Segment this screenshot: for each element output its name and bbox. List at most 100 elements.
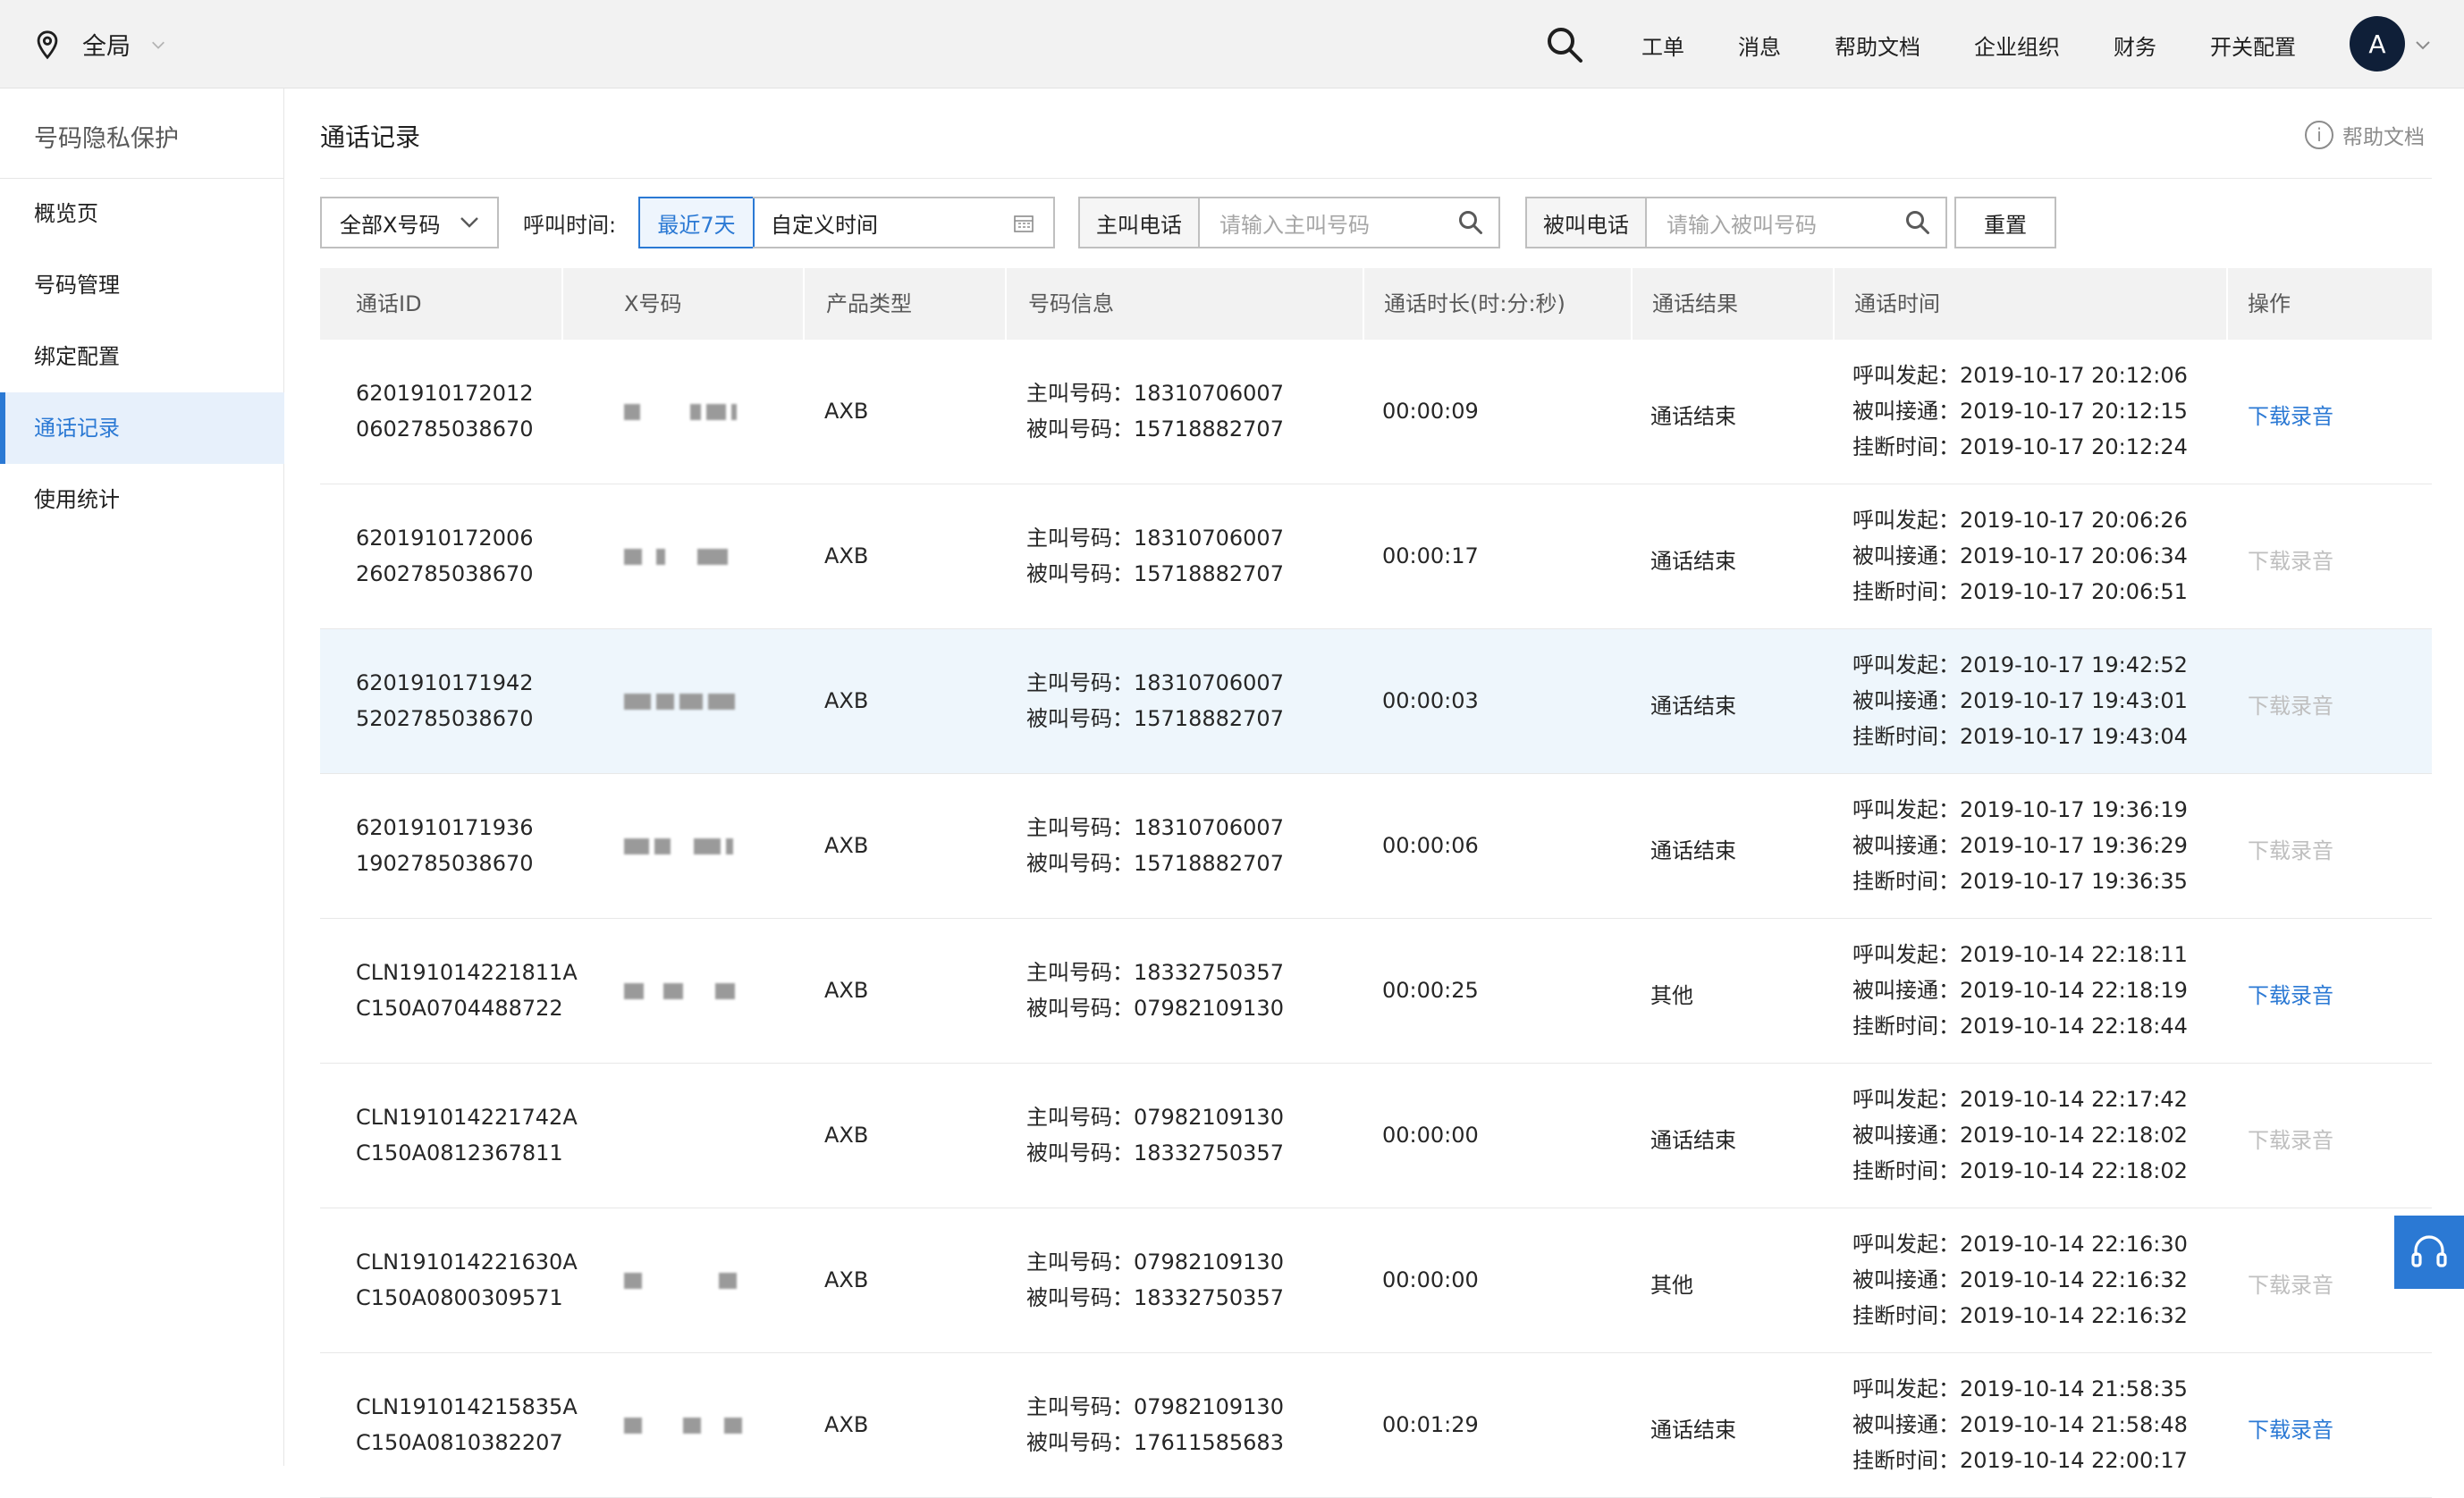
info-icon: i — [2305, 121, 2333, 149]
table-row: 6201910171942 5202785038670 AXB 主叫号码：183… — [320, 629, 2432, 774]
callee-number: 15718882707 — [1134, 706, 1284, 731]
call-id: CLN191014215835A C150A0810382207 — [356, 1389, 578, 1460]
x-number-select[interactable]: 全部X号码 — [320, 197, 499, 248]
answer-time: 2019-10-17 20:12:15 — [1960, 399, 2188, 424]
answer-prefix: 被叫接通： — [1852, 978, 1960, 1003]
nav-organization[interactable]: 企业组织 — [1974, 29, 2060, 61]
caller-prefix: 主叫号码： — [1026, 1105, 1134, 1130]
download-recording-link: 下载录音 — [2248, 1273, 2333, 1298]
download-recording-link[interactable]: 下载录音 — [2248, 399, 2333, 430]
download-recording-link: 下载录音 — [2248, 694, 2333, 719]
answer-time: 2019-10-14 22:18:19 — [1960, 978, 2188, 1003]
callee-number: 15718882707 — [1134, 851, 1284, 876]
caller-prefix: 主叫号码： — [1026, 526, 1134, 551]
call-id: 6201910171942 5202785038670 — [356, 665, 534, 736]
product-type: AXB — [824, 543, 869, 568]
start-time: 2019-10-17 20:12:06 — [1960, 363, 2188, 388]
search-icon[interactable] — [1545, 25, 1584, 64]
customer-service-button[interactable] — [2394, 1216, 2464, 1289]
callee-number: 15718882707 — [1134, 417, 1284, 442]
reset-button[interactable]: 重置 — [1954, 197, 2056, 248]
masked-segment — [690, 404, 701, 420]
nav-messages[interactable]: 消息 — [1738, 29, 1781, 61]
search-icon[interactable] — [1457, 209, 1484, 236]
caller-number: 18310706007 — [1134, 381, 1284, 406]
callee-prefix: 被叫号码： — [1026, 417, 1134, 442]
recent-7-days-button[interactable]: 最近7天 — [638, 197, 755, 248]
nav-finance[interactable]: 财务 — [2114, 29, 2156, 61]
download-recording-link[interactable]: 下载录音 — [2248, 1412, 2333, 1443]
sidebar-item-binding-config[interactable]: 绑定配置 — [0, 321, 284, 392]
callee-prefix: 被叫号码： — [1026, 1430, 1134, 1455]
call-id: 6201910171936 1902785038670 — [356, 810, 534, 881]
avatar-letter: A — [2368, 29, 2386, 59]
call-result: 通话结束 — [1650, 1128, 1736, 1153]
call-result: 通话结束 — [1650, 1418, 1736, 1443]
x-number-masked — [624, 1418, 747, 1434]
nav-switch-config[interactable]: 开关配置 — [2210, 29, 2296, 61]
call-result: 通话结束 — [1650, 404, 1736, 429]
product-type: AXB — [824, 399, 869, 424]
nav-help-docs[interactable]: 帮助文档 — [1835, 29, 1920, 61]
sidebar-item-overview[interactable]: 概览页 — [0, 178, 284, 249]
call-id-line: CLN191014221742A — [356, 1105, 578, 1130]
start-prefix: 呼叫发起： — [1852, 1232, 1960, 1257]
masked-segment — [663, 983, 683, 999]
col-duration: 通话时长(时:分:秒) — [1384, 291, 1565, 316]
divider — [1631, 268, 1633, 340]
callee-input[interactable]: 请输入被叫号码 — [1647, 198, 1904, 247]
table-row: 6201910172012 0602785038670 AXB 主叫号码：183… — [320, 340, 2432, 484]
location-switcher[interactable]: 全局 — [32, 27, 166, 62]
sidebar-item-label: 号码管理 — [34, 273, 120, 298]
masked-segment — [708, 694, 735, 710]
hang-prefix: 挂断时间： — [1852, 724, 1960, 749]
chevron-down-icon — [460, 217, 478, 228]
sidebar-item-usage-stats[interactable]: 使用统计 — [0, 464, 284, 535]
sidebar: 号码隐私保护 概览页 号码管理 绑定配置 通话记录 使用统计 — [0, 88, 284, 1466]
call-id-line: 6201910171942 — [356, 670, 534, 695]
hang-time: 2019-10-14 22:00:17 — [1960, 1448, 2188, 1473]
hang-prefix: 挂断时间： — [1852, 579, 1960, 604]
call-id-line: CLN191014221630A — [356, 1250, 578, 1275]
avatar[interactable]: A — [2350, 16, 2405, 72]
number-info: 主叫号码：07982109130 被叫号码：17611585683 — [1026, 1389, 1284, 1460]
duration: 00:00:17 — [1382, 543, 1479, 568]
masked-segment — [624, 549, 642, 565]
caller-input[interactable]: 请输入主叫号码 — [1200, 198, 1457, 247]
start-time: 2019-10-17 19:36:19 — [1960, 797, 2188, 822]
call-id-line: 1902785038670 — [356, 851, 534, 876]
download-recording-link[interactable]: 下载录音 — [2248, 978, 2333, 1009]
sidebar-item-call-records[interactable]: 通话记录 — [0, 392, 284, 464]
custom-time-picker[interactable]: 自定义时间 — [753, 197, 1055, 248]
start-time: 2019-10-14 21:58:35 — [1960, 1376, 2188, 1401]
search-icon[interactable] — [1904, 209, 1931, 236]
caller-number: 07982109130 — [1134, 1105, 1284, 1130]
masked-segment — [656, 549, 665, 565]
answer-prefix: 被叫接通： — [1852, 1123, 1960, 1148]
answer-prefix: 被叫接通： — [1852, 1267, 1960, 1292]
hang-prefix: 挂断时间： — [1852, 1448, 1960, 1473]
answer-time: 2019-10-14 21:58:48 — [1960, 1412, 2188, 1437]
x-number-masked — [624, 694, 740, 710]
answer-prefix: 被叫接通： — [1852, 688, 1960, 713]
number-info: 主叫号码：07982109130 被叫号码：18332750357 — [1026, 1244, 1284, 1316]
call-result: 通话结束 — [1650, 549, 1736, 574]
callee-number: 17611585683 — [1134, 1430, 1284, 1455]
product-type: AXB — [824, 978, 869, 1003]
location-label: 全局 — [82, 33, 131, 61]
divider — [1833, 268, 1835, 340]
hang-time: 2019-10-17 20:12:24 — [1960, 434, 2188, 459]
col-call-id: 通话ID — [356, 291, 422, 316]
help-docs-label: 帮助文档 — [2342, 126, 2425, 149]
start-prefix: 呼叫发起： — [1852, 363, 1960, 388]
nav-ticket[interactable]: 工单 — [1641, 29, 1684, 61]
chevron-down-icon[interactable] — [2414, 36, 2432, 54]
top-bar: 全局 工单 消息 帮助文档 企业组织 财务 开关配置 A — [0, 0, 2464, 88]
callee-number: 18332750357 — [1134, 1140, 1284, 1166]
call-id-line: C150A0704488722 — [356, 996, 563, 1021]
sidebar-item-number-management[interactable]: 号码管理 — [0, 249, 284, 321]
caller-prefix: 主叫号码： — [1026, 1394, 1134, 1419]
help-docs-link[interactable]: i 帮助文档 — [2305, 120, 2425, 150]
call-times: 呼叫发起：2019-10-17 19:42:52 被叫接通：2019-10-17… — [1852, 647, 2188, 754]
call-id: 6201910172006 2602785038670 — [356, 520, 534, 592]
